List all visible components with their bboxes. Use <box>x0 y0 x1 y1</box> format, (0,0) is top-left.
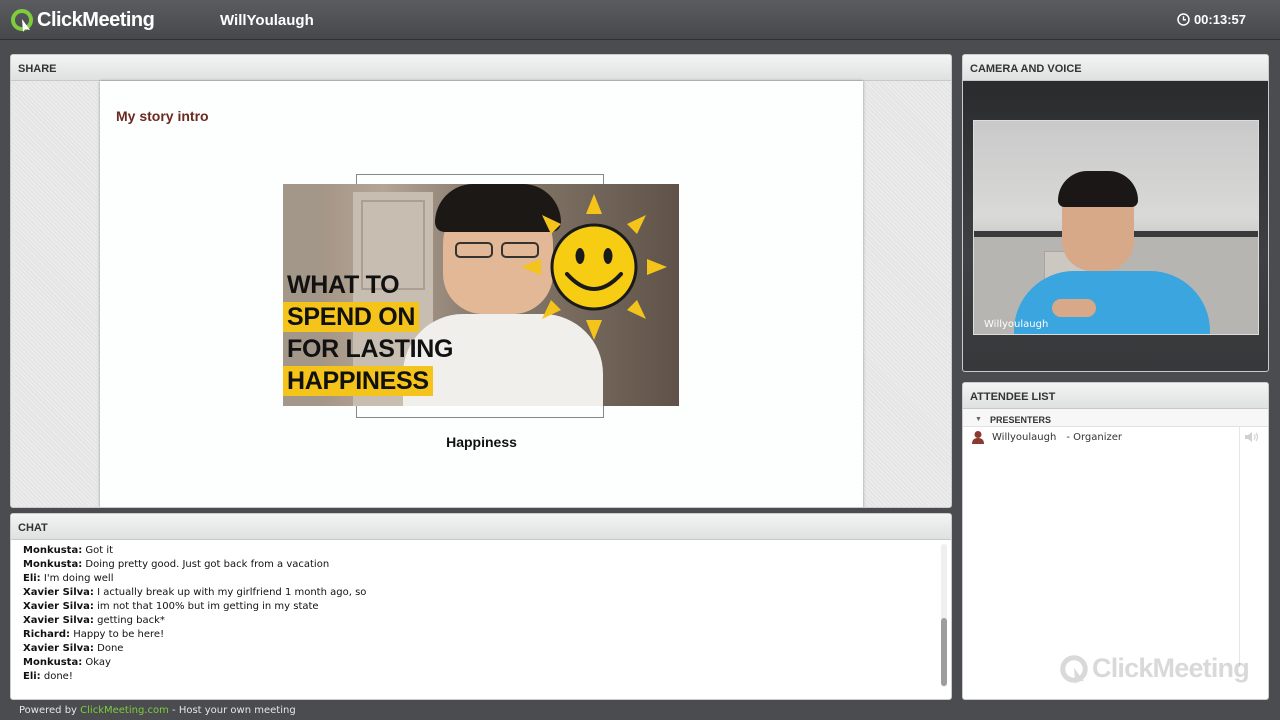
chat-text: Got it <box>85 545 114 556</box>
brand-name: ClickMeeting <box>37 8 155 31</box>
chat-text: Done <box>97 643 124 654</box>
chat-text: Doing pretty good. Just got back from a … <box>85 559 330 570</box>
thumbnail-text-line: HAPPINESS <box>283 366 433 396</box>
chat-text: getting back* <box>97 615 165 626</box>
person-icon <box>971 430 985 444</box>
clickmeeting-watermark: ClickMeeting <box>1059 653 1250 684</box>
footer: Powered by ClickMeeting.com - Host your … <box>19 705 296 716</box>
camera-panel-header: CAMERA AND VOICE <box>963 55 1268 81</box>
clickmeeting-logo-icon <box>1059 654 1089 684</box>
slide-caption: Happiness <box>446 434 517 450</box>
camera-stage: Willyoulaugh <box>963 81 1268 371</box>
chat-messages[interactable]: Monkusta: Got it Monkusta: Doing pretty … <box>11 540 951 699</box>
presentation-slide: My story intro WHAT TO SPEND ON FOR LAST… <box>100 81 863 507</box>
thumbnail-text-line: WHAT TO <box>287 271 400 299</box>
clock-icon <box>1177 13 1190 26</box>
attendee-role: - Organizer <box>1066 431 1123 443</box>
chat-sender: Richard: <box>23 629 71 640</box>
video-participant-label: Willyoulaugh <box>984 319 1049 330</box>
chat-message: Eli: I'm doing well <box>23 572 951 586</box>
attendee-name: Willyoulaugh <box>992 431 1057 443</box>
slide-title: My story intro <box>116 108 209 124</box>
speaker-icon[interactable] <box>1244 431 1262 443</box>
share-panel: SHARE My story intro WHAT TO SPEND ON FO… <box>10 54 952 508</box>
timer-value: 00:13:57 <box>1193 12 1246 27</box>
chat-scrollbar[interactable] <box>941 544 947 687</box>
chat-message: Xavier Silva: I actually break up with m… <box>23 586 951 600</box>
thumbnail-text-line: SPEND ON <box>283 302 420 332</box>
chat-sender: Monkusta: <box>23 657 83 668</box>
camera-panel: CAMERA AND VOICE Willyoulaugh <box>962 54 1269 372</box>
chat-text: done! <box>43 671 73 682</box>
meeting-timer: 00:13:57 <box>1177 12 1246 27</box>
chat-text: Happy to be here! <box>73 629 165 640</box>
chat-scroll-thumb[interactable] <box>941 618 947 686</box>
share-stage: My story intro WHAT TO SPEND ON FOR LAST… <box>11 81 951 507</box>
footer-link[interactable]: ClickMeeting.com <box>80 705 169 716</box>
chat-sender: Monkusta: <box>23 545 83 556</box>
attendee-panel-header: ATTENDEE LIST <box>963 383 1268 409</box>
chat-sender: Eli: <box>23 671 41 682</box>
clickmeeting-logo[interactable]: ClickMeeting <box>10 7 155 33</box>
chat-sender: Xavier Silva: <box>23 615 94 626</box>
chat-sender: Xavier Silva: <box>23 643 94 654</box>
top-bar: ClickMeeting WillYoulaugh 00:13:57 <box>0 0 1280 40</box>
presenters-group-toggle[interactable]: ▼ PRESENTERS <box>963 409 1268 427</box>
chat-text: Okay <box>85 657 111 668</box>
chat-message: Xavier Silva: getting back* <box>23 614 951 628</box>
chat-message: Eli: done! <box>23 670 951 684</box>
meeting-title: WillYoulaugh <box>220 12 314 29</box>
footer-suffix: - Host your own meeting <box>172 705 296 716</box>
clickmeeting-logo-icon <box>10 8 34 32</box>
footer-prefix: Powered by <box>19 705 77 716</box>
chat-sender: Xavier Silva: <box>23 587 94 598</box>
share-panel-header: SHARE <box>11 55 951 81</box>
chat-sender: Eli: <box>23 573 41 584</box>
watermark-text: ClickMeeting <box>1092 653 1250 683</box>
chat-text: I'm doing well <box>43 573 114 584</box>
attendee-row[interactable]: Willyoulaugh - Organizer <box>963 427 1268 447</box>
chat-message: Xavier Silva: Done <box>23 642 951 656</box>
chat-message: Xavier Silva: im not that 100% but im ge… <box>23 600 951 614</box>
video-feed[interactable]: Willyoulaugh <box>973 120 1259 335</box>
chat-sender: Monkusta: <box>23 559 83 570</box>
thumbnail-text-line: FOR LASTING <box>287 335 454 363</box>
chat-message: Monkusta: Doing pretty good. Just got ba… <box>23 558 951 572</box>
chat-text: I actually break up with my girlfriend 1… <box>97 587 367 598</box>
chat-panel: CHAT Monkusta: Got it Monkusta: Doing pr… <box>10 513 952 700</box>
chat-sender: Xavier Silva: <box>23 601 94 612</box>
slide-thumbnail-image: WHAT TO SPEND ON FOR LASTING HAPPINESS <box>283 184 679 406</box>
collapse-triangle-icon: ▼ <box>975 416 982 423</box>
chat-panel-header: CHAT <box>11 514 951 540</box>
chat-message: Monkusta: Got it <box>23 544 951 558</box>
attendee-column-divider <box>1239 427 1240 667</box>
group-label: PRESENTERS <box>989 414 1051 425</box>
chat-text: im not that 100% but im getting in my st… <box>97 601 319 612</box>
chat-message: Richard: Happy to be here! <box>23 628 951 642</box>
attendee-panel: ATTENDEE LIST ▼ PRESENTERS Willyoulaugh … <box>962 382 1269 700</box>
chat-message: Monkusta: Okay <box>23 656 951 670</box>
sun-smiley-icon <box>519 192 669 347</box>
